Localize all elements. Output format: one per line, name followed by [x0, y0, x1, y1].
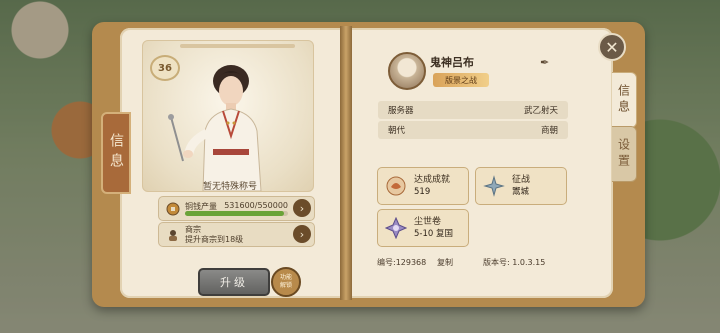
conquest-icon [482, 174, 506, 198]
row-value: 商朝 [540, 126, 558, 136]
avatar[interactable] [388, 52, 426, 90]
title-tag: 版景之战 [433, 73, 489, 87]
edit-pen-icon[interactable]: ✒ [540, 56, 554, 70]
character-title: 暂无特殊称号 [202, 182, 257, 192]
portrait-top-bar [180, 44, 295, 48]
unlock-label: 功能 解锁 [279, 274, 292, 289]
player-name: 鬼神吕布 [430, 56, 474, 69]
row-value: 武乙射天 [523, 106, 558, 116]
achievement-card[interactable]: 达成成就 519 [377, 167, 469, 205]
chevron-right-icon: › [299, 201, 305, 215]
dust-world-label: 尘世卷 [414, 217, 442, 227]
book-spine [340, 26, 352, 300]
level-badge: 36 [150, 55, 180, 81]
row-key: 服务器 [388, 106, 414, 116]
upgrade-button[interactable]: 升级 [198, 268, 270, 296]
version-label: 版本号: 1.0.3.15 [483, 258, 546, 267]
function-unlock-button[interactable]: 功能 解锁 [271, 267, 301, 297]
stat-label: 铜钱产量 [185, 201, 217, 211]
tab-info[interactable]: 信息 [612, 72, 637, 128]
stat-merchant: 商宗 提升商宗到18级 › [158, 222, 315, 247]
tab-left-info[interactable]: 信息 [101, 112, 131, 194]
conquest-value: 鬻城 [512, 187, 530, 197]
copper-detail-button[interactable]: › [293, 199, 311, 217]
server-row: 服务器 武乙射天 [378, 101, 568, 119]
chevron-right-icon: › [299, 227, 305, 241]
conquest-card[interactable]: 征战 鬻城 [475, 167, 567, 205]
achievement-value: 519 [414, 187, 431, 197]
tab-settings[interactable]: 设置 [612, 126, 637, 182]
close-button[interactable]: ✕ [598, 33, 626, 61]
conquest-label: 征战 [512, 175, 531, 185]
achievement-icon [384, 174, 408, 198]
stat-label: 商宗 [185, 224, 201, 234]
stat-copper-output: 铜钱产量 531600/550000 › [158, 196, 315, 221]
close-icon: ✕ [605, 37, 619, 57]
dust-world-icon [384, 216, 408, 240]
row-key: 朝代 [388, 126, 406, 136]
copy-button[interactable]: 复制 [437, 257, 453, 268]
merchant-icon [165, 227, 181, 243]
dust-world-value: 5-10 复国 [414, 229, 453, 239]
achievement-label: 达成成就 [414, 175, 451, 185]
dynasty-row: 朝代 商朝 [378, 121, 568, 139]
dust-world-card[interactable]: 尘世卷 5-10 复国 [377, 209, 469, 247]
merchant-detail-button[interactable]: › [293, 225, 311, 243]
stat-value: 531600/550000 [224, 200, 288, 210]
stat-value: 提升商宗到18级 [185, 234, 244, 244]
player-id: 编号:129368 [377, 258, 427, 267]
coin-icon [165, 201, 181, 217]
